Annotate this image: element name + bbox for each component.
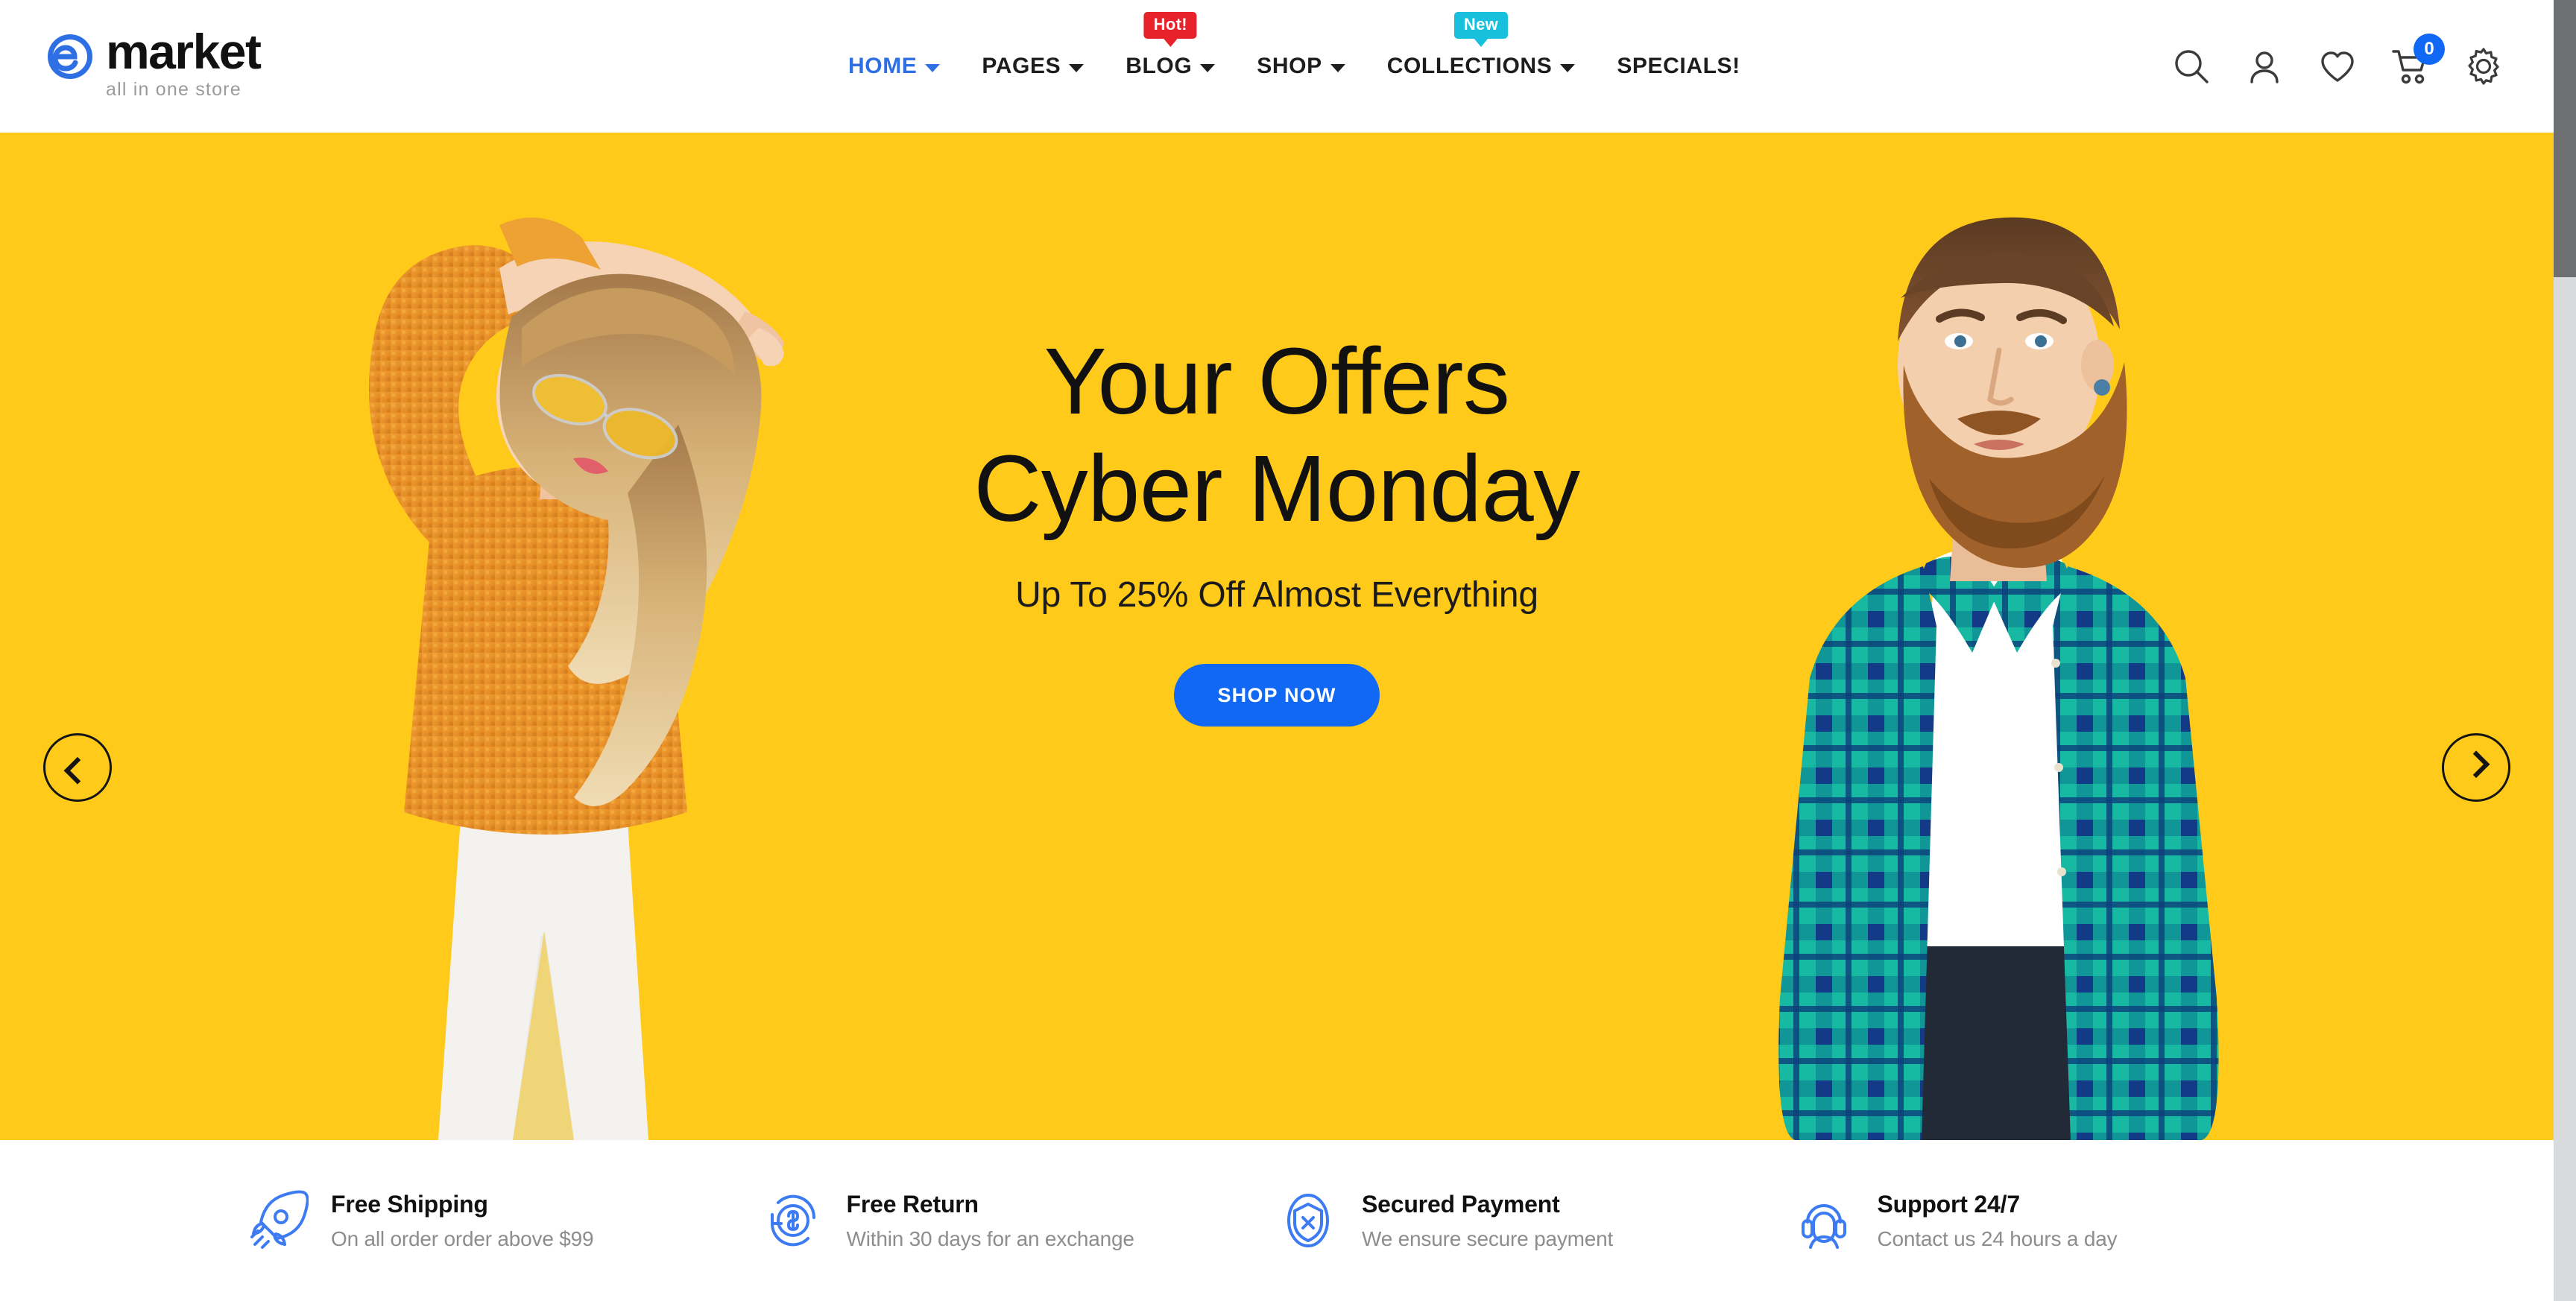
feature-title: Free Return — [846, 1190, 979, 1218]
chevron-down-icon — [1560, 63, 1576, 72]
chevron-down-icon — [925, 63, 941, 72]
feature-title: Free Shipping — [331, 1190, 488, 1218]
heart-icon[interactable] — [2318, 47, 2357, 86]
hero-title-line2: Cyber Monday — [973, 435, 1580, 541]
scrollbar-thumb[interactable] — [2554, 0, 2576, 277]
feature-support-247: Support 24/7 Contact us 24 hours a day — [1793, 1189, 2308, 1252]
nav-item-home[interactable]: HOME — [827, 0, 961, 133]
feature-secured-payment: Secured Payment We ensure secure payment — [1277, 1189, 1793, 1252]
chevron-down-icon — [1200, 63, 1216, 72]
nav-label: COLLECTIONS — [1386, 54, 1553, 78]
search-icon[interactable] — [2172, 47, 2211, 86]
hero-title: Your Offers Cyber Monday — [973, 328, 1580, 542]
feature-free-return: Free Return Within 30 days for an exchan… — [762, 1189, 1278, 1252]
chevron-left-icon — [63, 756, 92, 785]
badge-new: New — [1453, 12, 1509, 39]
hero-subtitle: Up To 25% Off Almost Everything — [1015, 575, 1538, 615]
nav-item-shop[interactable]: SHOP — [1236, 0, 1366, 133]
rocket-icon — [250, 1190, 309, 1249]
site-header: market all in one store HOME PAGES Hot! … — [0, 0, 2554, 133]
cart-count-badge: 0 — [2414, 34, 2445, 65]
feature-desc: We ensure secure payment — [1362, 1226, 1614, 1250]
feature-text: Free Return Within 30 days for an exchan… — [847, 1191, 1134, 1251]
chevron-right-icon — [2462, 750, 2490, 779]
nav-label: SHOP — [1257, 54, 1322, 78]
logo-name: market — [106, 24, 262, 79]
site-logo[interactable]: market all in one store — [45, 24, 262, 100]
user-icon[interactable] — [2245, 47, 2284, 86]
feature-text: Free Shipping On all order order above $… — [331, 1190, 594, 1251]
page-scrollbar[interactable] — [2554, 0, 2576, 1301]
emarket-e-logo-icon — [48, 34, 92, 79]
cart-button[interactable]: 0 — [2391, 34, 2445, 86]
hero-carousel: Your Offers Cyber Monday Up To 25% Off A… — [0, 133, 2554, 1140]
nav-item-pages[interactable]: PAGES — [961, 0, 1105, 133]
feature-bar: Free Shipping On all order order above $… — [0, 1140, 2554, 1301]
header-icon-group: 0 — [2172, 0, 2503, 133]
headset-icon — [1801, 1204, 1846, 1249]
nav-label: HOME — [848, 54, 918, 78]
feature-text: Support 24/7 Contact us 24 hours a day — [1878, 1191, 2118, 1251]
carousel-next-button[interactable] — [2442, 733, 2510, 802]
feature-text: Secured Payment We ensure secure payment — [1362, 1191, 1613, 1251]
badge-hot: Hot! — [1143, 12, 1197, 39]
nav-label: PAGES — [982, 54, 1061, 78]
feature-title: Support 24/7 — [1877, 1190, 2021, 1218]
refund-icon — [770, 1194, 815, 1247]
chevron-down-icon — [1330, 63, 1345, 72]
nav-item-blog[interactable]: Hot! BLOG — [1105, 0, 1236, 133]
gear-icon[interactable] — [2464, 47, 2503, 86]
feature-desc: On all order order above $99 — [331, 1226, 594, 1250]
badge-label: New — [1463, 15, 1499, 34]
feature-free-shipping: Free Shipping On all order order above $… — [246, 1189, 762, 1252]
nav-item-specials[interactable]: SPECIALS! — [1596, 0, 1761, 133]
feature-desc: Contact us 24 hours a day — [1877, 1226, 2118, 1250]
hero-title-line1: Your Offers — [1044, 329, 1510, 434]
shield-icon — [1287, 1194, 1329, 1247]
logo-text: market all in one store — [106, 24, 262, 100]
logo-tagline: all in one store — [106, 79, 242, 100]
chevron-down-icon — [1069, 63, 1085, 72]
feature-title: Secured Payment — [1362, 1190, 1560, 1218]
nav-label: SPECIALS! — [1617, 54, 1740, 78]
page-root: market all in one store HOME PAGES Hot! … — [0, 0, 2576, 1301]
shop-now-button[interactable]: SHOP NOW — [1174, 664, 1380, 727]
nav-label: BLOG — [1126, 54, 1193, 78]
main-navigation: HOME PAGES Hot! BLOG SHOP New COLLECTION… — [827, 0, 1761, 133]
carousel-prev-button[interactable] — [43, 733, 112, 802]
feature-desc: Within 30 days for an exchange — [846, 1226, 1134, 1250]
hero-model-left-image — [368, 218, 784, 1140]
badge-label: Hot! — [1153, 15, 1187, 34]
nav-item-collections[interactable]: New COLLECTIONS — [1366, 0, 1597, 133]
hero-model-right-image — [1778, 217, 2219, 1140]
